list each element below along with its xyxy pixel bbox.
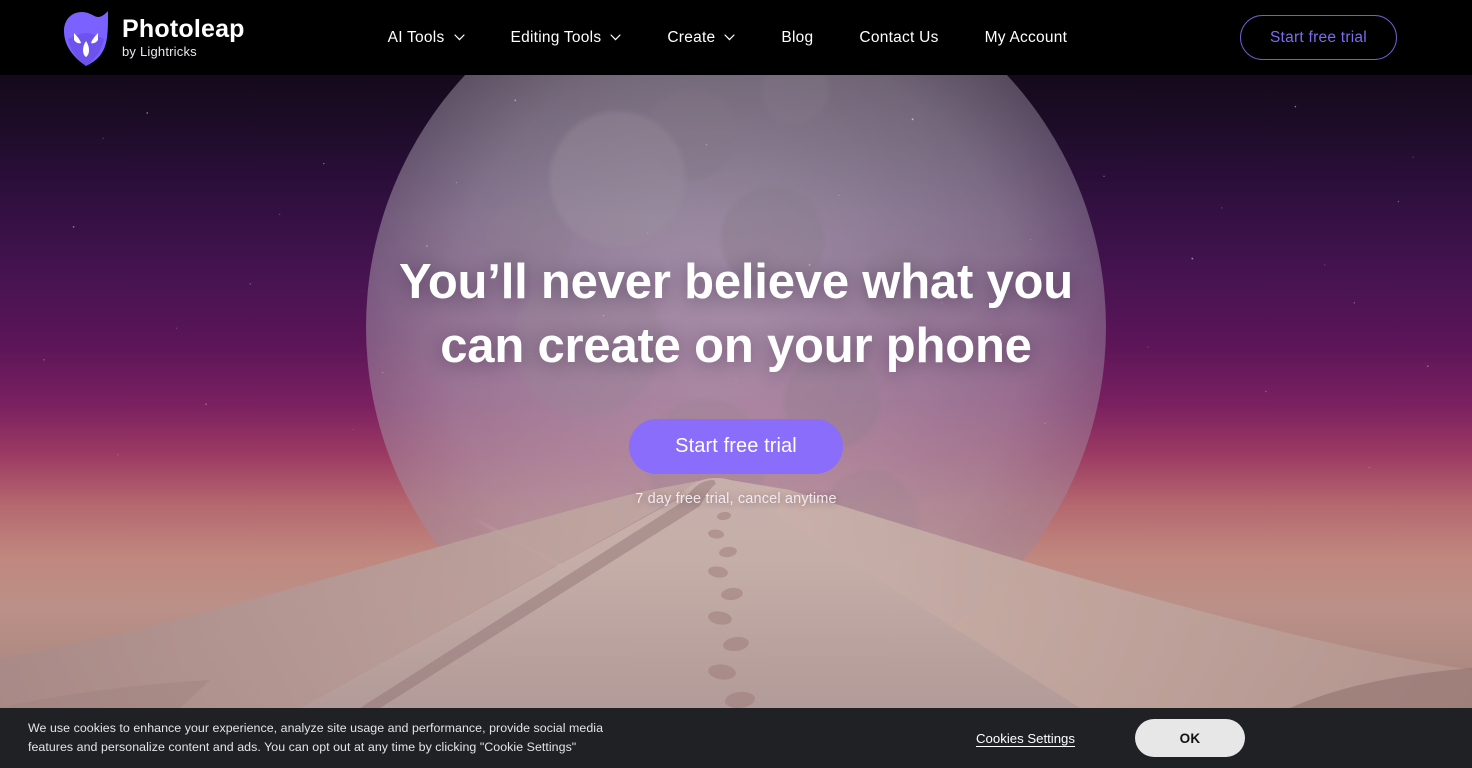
brand-tagline: by Lightricks: [122, 44, 197, 60]
hero-start-free-trial-button[interactable]: Start free trial: [629, 419, 843, 475]
cookie-ok-button[interactable]: OK: [1135, 719, 1245, 757]
chevron-down-icon: [724, 34, 735, 41]
nav-item-contact-us[interactable]: Contact Us: [859, 21, 938, 55]
hero-section: You’ll never believe what you can create…: [0, 75, 1472, 708]
nav-label: Blog: [781, 28, 814, 46]
photoleap-fox-logo-icon: [62, 9, 110, 67]
brand-name: Photoleap: [122, 14, 245, 43]
photoleap-landing-page: Photoleap by Lightricks AI Tools Editing…: [0, 0, 1472, 768]
nav-item-create[interactable]: Create: [667, 21, 735, 55]
nav-item-ai-tools[interactable]: AI Tools: [388, 21, 465, 55]
chevron-down-icon: [453, 34, 465, 41]
cookie-actions: Cookies Settings OK: [976, 708, 1472, 768]
cookies-settings-link[interactable]: Cookies Settings: [976, 731, 1075, 746]
main-navigation: AI Tools Editing Tools Create Blog Conta…: [388, 21, 1068, 55]
nav-label: AI Tools: [387, 28, 445, 46]
sand-dune: [0, 478, 1472, 708]
header-start-free-trial-button[interactable]: Start free trial: [1239, 15, 1397, 60]
cookie-message: We use cookies to enhance your experienc…: [28, 721, 604, 754]
nav-item-my-account[interactable]: My Account: [985, 21, 1068, 55]
nav-item-editing-tools[interactable]: Editing Tools: [511, 21, 622, 55]
nav-label: My Account: [984, 28, 1068, 46]
cookie-consent-banner: We use cookies to enhance your experienc…: [0, 708, 1472, 768]
site-header: Photoleap by Lightricks AI Tools Editing…: [0, 0, 1472, 75]
nav-label: Create: [667, 28, 716, 46]
brand-logo[interactable]: Photoleap by Lightricks: [62, 9, 245, 67]
chevron-down-icon: [610, 34, 621, 41]
brand-text: Photoleap by Lightricks: [122, 14, 245, 60]
nav-item-blog[interactable]: Blog: [781, 21, 813, 55]
nav-label: Contact Us: [859, 28, 939, 46]
nav-label: Editing Tools: [510, 28, 602, 46]
